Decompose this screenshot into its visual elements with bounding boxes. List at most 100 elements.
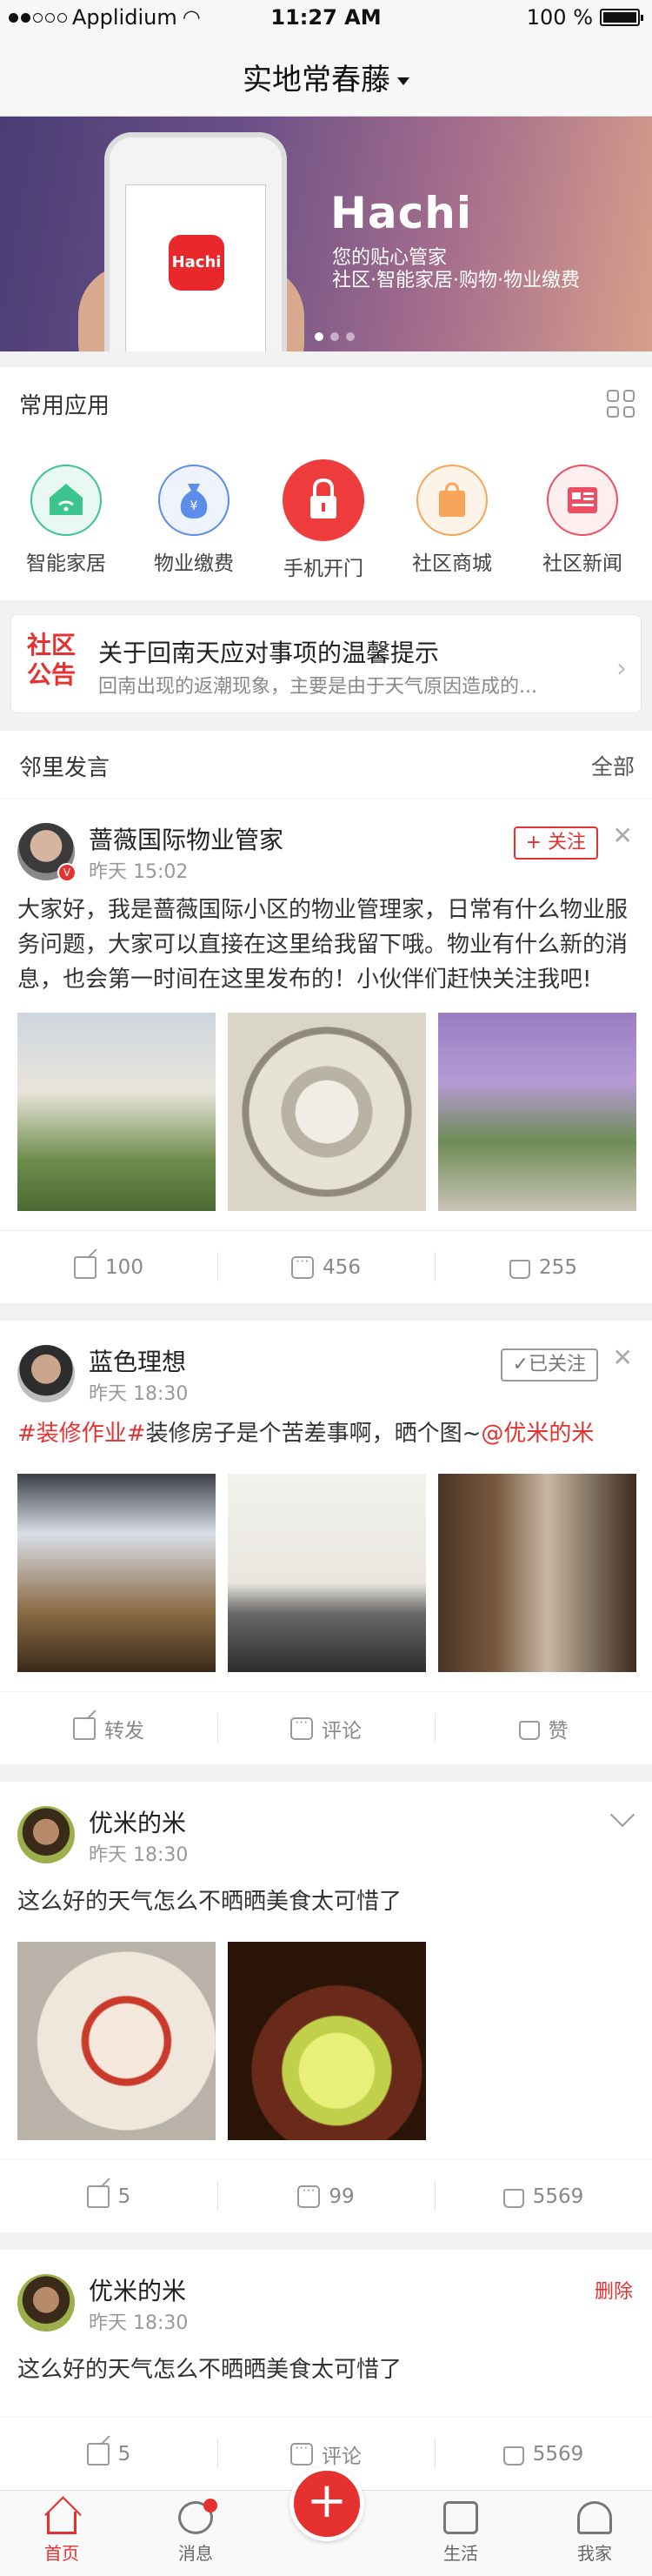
thumbs-up-icon — [502, 2446, 524, 2466]
bag-icon — [443, 2501, 478, 2534]
pager-dot[interactable] — [315, 332, 323, 341]
person-icon — [577, 2501, 612, 2534]
battery-percent: 100 % — [526, 5, 593, 30]
comment-label: 评论 — [322, 2445, 362, 2468]
share-icon — [73, 1716, 96, 1740]
status-bar: Applidium ◠ 11:27 AM 100 % — [0, 0, 652, 35]
share-button[interactable]: 5 — [0, 2418, 217, 2490]
avatar[interactable] — [17, 2274, 75, 2332]
post-actions: 5 99 5569 — [0, 2159, 652, 2232]
followed-button[interactable]: ✓已关注 — [500, 1348, 598, 1382]
community-selector[interactable]: 实地常春藤 — [0, 56, 652, 98]
thumbs-up-icon — [509, 1259, 531, 1279]
app-mall[interactable]: 社区商城 — [396, 465, 509, 576]
chevron-right-icon: › — [616, 653, 627, 684]
app-label: 智能家居 — [26, 552, 106, 575]
app-label: 手机开门 — [283, 558, 363, 580]
close-icon[interactable]: ✕ — [613, 821, 633, 850]
mention-link[interactable]: @优米的米 — [481, 1421, 594, 1447]
compose-plus-button[interactable]: + — [289, 2466, 364, 2541]
dining-room-image[interactable] — [17, 1474, 216, 1672]
comment-button[interactable]: 456 — [217, 1231, 435, 1303]
tab-life[interactable]: 生活 — [409, 2501, 513, 2565]
avatar[interactable] — [17, 1806, 75, 1863]
lock-icon — [283, 459, 364, 541]
tab-home[interactable]: 首页 — [10, 2501, 114, 2565]
notice-description: 回南出现的返潮现象，主要是由于天气原因造成的... — [98, 676, 537, 698]
drink-image[interactable] — [228, 1942, 426, 2140]
post-images — [17, 1013, 636, 1211]
garden-image[interactable] — [438, 1013, 636, 1211]
battery-icon — [600, 9, 643, 26]
villa-image[interactable] — [17, 1013, 216, 1211]
post-author[interactable]: 优米的米 — [89, 1804, 186, 1839]
comment-button[interactable]: 评论 — [217, 1692, 435, 1764]
post-author[interactable]: 蓝色理想 — [89, 1343, 186, 1378]
living-room-image[interactable] — [228, 1474, 426, 1672]
app-smart-home[interactable]: 智能家居 — [10, 465, 123, 576]
post-card: 优米的米 昨天 18:30 删除 这么好的天气怎么不晒晒美食太可惜了 5 评论 … — [0, 2250, 652, 2490]
topic-tag[interactable]: #装修作业# — [17, 1421, 146, 1447]
shopping-bag-icon — [416, 465, 488, 536]
pager-dot[interactable] — [330, 332, 339, 341]
fountain-image[interactable] — [228, 1013, 426, 1211]
post-author[interactable]: 优米的米 — [89, 2272, 186, 2307]
view-all-link[interactable]: 全部 — [591, 750, 635, 781]
share-button[interactable]: 100 — [0, 1231, 217, 1303]
like-button[interactable]: 5569 — [435, 2160, 652, 2232]
like-button[interactable]: 255 — [435, 1231, 652, 1303]
tab-me[interactable]: 我家 — [542, 2501, 647, 2565]
app-news[interactable]: 社区新闻 — [526, 465, 639, 576]
tab-messages[interactable]: 消息 — [143, 2499, 248, 2565]
comment-count: 99 — [329, 2185, 355, 2208]
pager-dot[interactable] — [346, 332, 355, 341]
app-door-open[interactable]: 手机开门 — [267, 459, 380, 581]
grid-icon[interactable] — [607, 390, 635, 418]
comment-icon — [290, 2439, 313, 2466]
follow-button[interactable]: + 关注 — [513, 826, 598, 860]
delete-button[interactable]: 删除 — [595, 2276, 633, 2304]
banner-pager[interactable] — [315, 332, 355, 341]
hallway-image[interactable] — [438, 1474, 636, 1672]
post-card: 优米的米 昨天 18:30 这么好的天气怎么不晒晒美食太可惜了 5 99 556… — [0, 1782, 652, 2232]
post-content: 大家好，我是蔷薇国际小区的物业管理家，日常有什么物业服务问题，大家可以直接在这里… — [17, 897, 629, 993]
comment-button[interactable]: 99 — [217, 2160, 435, 2232]
post-author[interactable]: 蔷薇国际物业管家 — [89, 821, 283, 856]
community-notice[interactable]: 社区公告 关于回南天应对事项的温馨提示 回南出现的返潮现象，主要是由于天气原因造… — [10, 614, 642, 713]
like-count: 5569 — [532, 2185, 584, 2208]
share-button[interactable]: 5 — [0, 2160, 217, 2232]
post-time: 昨天 15:02 — [89, 861, 189, 883]
post-card: V 蔷薇国际物业管家 昨天 15:02 + 关注 ✕ 大家好，我是蔷薇国际小区的… — [0, 799, 652, 1303]
like-button[interactable]: 赞 — [435, 1692, 652, 1764]
tab-label: 消息 — [178, 2543, 213, 2564]
post-actions: 100 456 255 — [0, 1230, 652, 1303]
like-button[interactable]: 5569 — [435, 2418, 652, 2490]
like-label: 赞 — [548, 1719, 569, 1743]
like-count: 5569 — [532, 2442, 584, 2466]
chevron-down-icon[interactable] — [609, 1802, 635, 1828]
share-button[interactable]: 转发 — [0, 1692, 217, 1764]
avatar[interactable] — [17, 1345, 75, 1402]
message-icon — [178, 2499, 217, 2534]
verified-badge-icon: V — [57, 863, 77, 882]
post-images — [17, 1474, 636, 1672]
dessert-image[interactable] — [17, 1942, 216, 2140]
app-property-fee[interactable]: ¥ 物业缴费 — [137, 465, 250, 576]
share-label: 转发 — [104, 1719, 144, 1743]
post-time: 昨天 18:30 — [89, 1844, 189, 1866]
share-icon — [86, 2442, 110, 2466]
notice-title: 关于回南天应对事项的温馨提示 — [98, 639, 440, 667]
share-count: 100 — [105, 1255, 143, 1279]
close-icon[interactable]: ✕ — [613, 1343, 633, 1372]
banner-tagline-2: 社区·智能家居·购物·物业缴费 — [332, 270, 580, 291]
post-content: 这么好的天气怎么不晒晒美食太可惜了 — [17, 2357, 403, 2383]
post-text: 装修房子是个苦差事啊，晒个图~ — [145, 1421, 482, 1447]
svg-text:¥: ¥ — [190, 499, 198, 513]
post-actions: 转发 评论 赞 — [0, 1691, 652, 1764]
app-label: 社区新闻 — [542, 552, 622, 575]
comment-count: 456 — [323, 1255, 361, 1279]
like-count: 255 — [539, 1255, 577, 1279]
comment-label: 评论 — [322, 1719, 362, 1743]
comment-icon — [290, 1714, 313, 1740]
promo-banner[interactable]: Hachi Hachi 您的贴心管家 社区·智能家居·购物·物业缴费 — [0, 117, 652, 351]
